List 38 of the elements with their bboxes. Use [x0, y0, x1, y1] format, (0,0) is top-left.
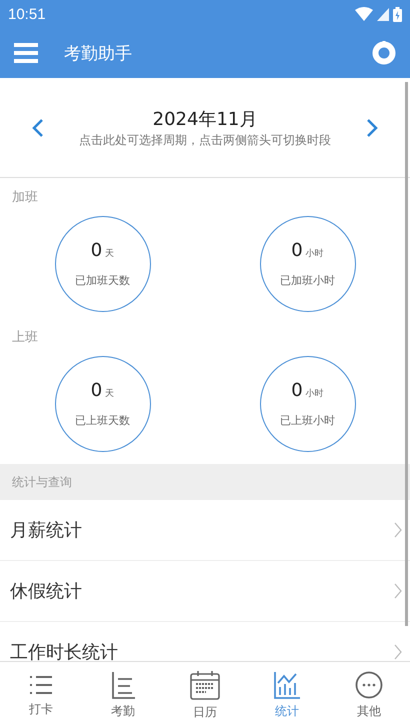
- app-title: 考勤助手: [64, 42, 133, 64]
- chevron-icon: [394, 522, 402, 538]
- nav-tab[interactable]: 打卡: [0, 662, 82, 728]
- stat-value: 0: [291, 380, 303, 401]
- stat-label: 已加班小时: [280, 273, 335, 288]
- stat-unit: 小时: [306, 388, 324, 400]
- wifi-icon: [355, 7, 373, 21]
- bracket-lines-icon: [110, 670, 136, 698]
- bar-chart-icon: [273, 670, 301, 698]
- section-header-text: 统计与查询: [12, 474, 72, 490]
- calendar-icon: [190, 670, 220, 700]
- stat-label: 已上班天数: [75, 413, 130, 428]
- stat-label: 已加班天数: [75, 273, 130, 288]
- nav-tab[interactable]: 考勤: [82, 662, 164, 728]
- stat-label: 已上班小时: [280, 413, 335, 428]
- stat-unit: 小时: [306, 248, 324, 260]
- period-hint: 点击此处可选择周期，点击两侧箭头可切换时段: [79, 132, 331, 148]
- stat-value: 0: [291, 240, 303, 261]
- section-title: 加班: [11, 189, 39, 206]
- stat-unit: 天: [105, 248, 114, 260]
- stat-value: 0: [90, 240, 102, 261]
- stat-unit: 天: [105, 388, 114, 400]
- stat-value: 0: [90, 380, 102, 401]
- ring-icon[interactable]: [372, 41, 396, 65]
- period-title[interactable]: 2024年11月: [152, 106, 258, 130]
- nav-tab[interactable]: 日历: [164, 662, 246, 728]
- nav-tab[interactable]: 统计: [246, 662, 328, 728]
- signal-icon: [377, 8, 389, 20]
- menu-icon[interactable]: [14, 43, 38, 63]
- list-item[interactable]: 休假统计: [0, 561, 410, 622]
- section-title: 上班: [11, 329, 39, 346]
- battery-icon: [393, 6, 402, 22]
- chevron-icon: [394, 644, 402, 660]
- more-icon: [355, 670, 383, 698]
- status-time: 10:51: [8, 6, 46, 22]
- list-item[interactable]: 月薪统计: [0, 500, 410, 561]
- nav-tab[interactable]: 其他: [328, 662, 410, 728]
- chevron-icon: [394, 583, 402, 599]
